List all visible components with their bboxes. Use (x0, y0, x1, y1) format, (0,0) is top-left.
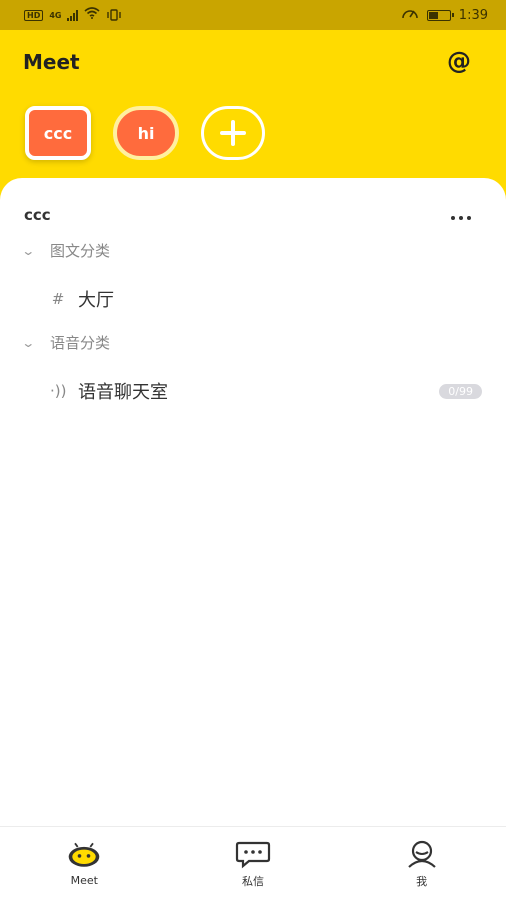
server-item-hi[interactable]: hi (113, 106, 179, 160)
voice-icon: ·)) (50, 382, 67, 400)
server-list: ccc hi (25, 106, 265, 160)
bottom-navigation: Meet 私信 我 (0, 826, 506, 900)
category-voice[interactable]: ⌄ 语音分类 (21, 332, 111, 353)
nav-label: 我 (416, 874, 428, 888)
network-type: 4G (49, 10, 62, 20)
nav-label: Meet (70, 874, 98, 887)
category-text[interactable]: ⌄ 图文分类 (21, 240, 111, 261)
clock-time: 1:39 (458, 7, 488, 23)
app-header: Meet @ ccc hi (0, 30, 506, 200)
more-horizontal-icon[interactable] (444, 208, 478, 228)
hash-icon: # (51, 290, 65, 308)
nav-item-me[interactable]: 我 (372, 839, 472, 889)
hd-indicator: HD (24, 9, 44, 21)
channel-item-voice-room[interactable]: ·)) 语音聊天室 0/99 (50, 378, 482, 404)
server-name: ccc (24, 206, 51, 224)
status-bar: HD 4G 1:39 (0, 0, 506, 30)
nav-item-meet[interactable]: Meet (34, 840, 134, 887)
server-item-ccc[interactable]: ccc (25, 106, 91, 160)
chat-bubble-icon (235, 839, 271, 869)
vibrate-icon (106, 6, 122, 25)
chevron-down-icon: ⌄ (21, 335, 36, 350)
channel-label: 大厅 (78, 290, 114, 311)
chevron-down-icon: ⌄ (21, 243, 36, 258)
meet-robot-icon (66, 840, 102, 870)
status-right: 1:39 (401, 6, 488, 24)
category-label: 图文分类 (50, 242, 111, 260)
wifi-icon (84, 7, 101, 23)
signal-icon (67, 9, 79, 21)
battery-icon (426, 9, 454, 21)
nav-label: 私信 (241, 874, 264, 888)
channel-panel: ccc ⌄ 图文分类 # 大厅 ⌄ 语音分类 ·)) 语音聊天室 0/99 (0, 178, 506, 826)
member-count-badge: 0/99 (439, 383, 482, 399)
nav-item-messages[interactable]: 私信 (203, 839, 303, 889)
server-label: ccc (43, 123, 73, 143)
profile-icon (404, 839, 440, 869)
server-label: hi (137, 123, 155, 143)
channel-item-lobby[interactable]: # 大厅 (50, 286, 482, 312)
mentions-at-icon[interactable]: @ (444, 46, 474, 76)
category-label: 语音分类 (50, 334, 111, 352)
page-title: Meet (23, 50, 80, 74)
channel-label: 语音聊天室 (78, 382, 168, 403)
speedometer-icon (401, 6, 419, 24)
add-server-button[interactable] (201, 106, 265, 160)
status-left: HD 4G (24, 6, 122, 25)
plus-icon (220, 120, 246, 146)
